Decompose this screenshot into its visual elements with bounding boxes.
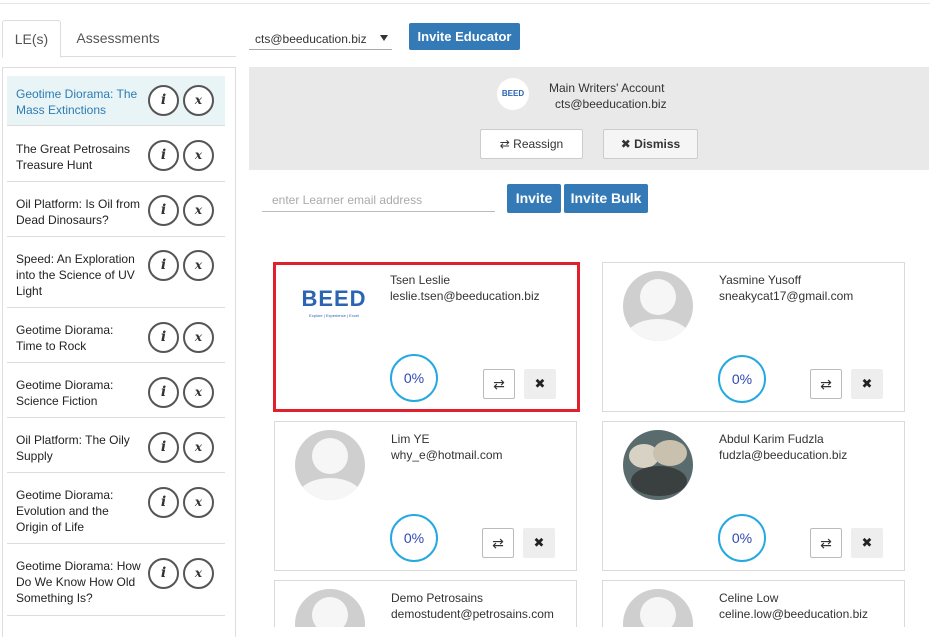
top-divider [0,3,930,4]
learner-email: demostudent@petrosains.com [391,607,554,621]
le-item[interactable]: Speed: An Exploration into the Science o… [7,237,225,308]
remove-icon[interactable]: ✖ [523,528,555,558]
le-item[interactable]: Geotime Diorama: Evolution and the Origi… [7,473,225,544]
main-account-name: Main Writers' Account [549,81,665,95]
info-icon[interactable]: i [148,377,179,408]
le-title: The Great Petrosains Treasure Hunt [16,142,131,172]
le-tabs: LE(s) Assessments [2,20,236,58]
avatar [295,589,365,627]
delete-icon[interactable]: x [183,85,214,116]
le-title: Geotime Diorama: Evolution and the Origi… [16,488,114,534]
avatar [623,271,693,341]
le-item[interactable]: Geotime Diorama: The Mass Extinctions i … [7,76,225,126]
otter-icon [653,440,687,466]
tab-assessments[interactable]: Assessments [61,20,175,57]
reassign-icon[interactable]: ⇄ [482,528,514,558]
delete-icon[interactable]: x [183,195,214,226]
tab-les[interactable]: LE(s) [2,20,61,58]
beed-logo-tagline: Explore | Experience | Excel [309,313,359,318]
delete-icon[interactable]: x [183,558,214,589]
le-item[interactable]: Geotime Diorama: How Do We Know How Old … [7,544,225,616]
info-icon[interactable]: i [148,85,179,116]
avatar [623,589,693,627]
remove-icon[interactable]: ✖ [851,369,883,399]
avatar [295,430,365,500]
delete-icon[interactable]: x [183,140,214,171]
le-item[interactable]: The Great Petrosains Treasure Hunt i x [7,126,225,182]
progress-circle: 0% [390,514,438,562]
invite-button[interactable]: Invite [507,184,561,213]
educator-select[interactable]: cts@beeducation.biz [249,30,392,50]
learner-card[interactable]: BEED Explore | Experience | Excel Tsen L… [273,262,580,412]
learner-name: Abdul Karim Fudzla [719,432,824,446]
learner-email: why_e@hotmail.com [391,448,503,462]
invite-bulk-button[interactable]: Invite Bulk [564,184,648,213]
learner-card[interactable]: Celine Low celine.low@beeducation.biz [602,580,905,627]
learner-email: celine.low@beeducation.biz [719,607,868,621]
info-icon[interactable]: i [148,140,179,171]
info-icon[interactable]: i [148,432,179,463]
learner-email-input[interactable] [262,188,495,212]
progress-circle: 0% [718,514,766,562]
le-title: Geotime Diorama: The Mass Extinctions [16,87,138,117]
learner-email: leslie.tsen@beeducation.biz [390,289,540,303]
avatar: BEED Explore | Experience | Excel [294,285,374,331]
learner-name: Demo Petrosains [391,591,484,605]
le-title: Geotime Diorama: Science Fiction [16,378,114,408]
info-icon[interactable]: i [148,195,179,226]
le-title: Geotime Diorama: How Do We Know How Old … [16,559,141,605]
learner-name: Tsen Leslie [390,273,451,287]
progress-circle: 0% [390,354,438,402]
le-title: Oil Platform: Is Oil from Dead Dinosaurs… [16,197,141,227]
remove-icon[interactable]: ✖ [851,528,883,558]
reassign-button[interactable]: ⇄ Reassign [480,129,583,159]
delete-icon[interactable]: x [183,250,214,281]
main-account-email: cts@beeducation.biz [555,97,667,111]
learner-card[interactable]: Abdul Karim Fudzla fudzla@beeducation.bi… [602,421,905,571]
info-icon[interactable]: i [148,322,179,353]
delete-icon[interactable]: x [183,322,214,353]
delete-icon[interactable]: x [183,432,214,463]
invite-educator-button[interactable]: Invite Educator [409,23,520,50]
learner-email: sneakycat17@gmail.com [719,289,854,303]
progress-circle: 0% [718,355,766,403]
learner-card[interactable]: Lim YE why_e@hotmail.com 0% ⇄ ✖ [274,421,577,571]
beed-logo-word: BEED [301,286,367,311]
caret-down-icon [380,35,388,41]
info-icon[interactable]: i [148,558,179,589]
learner-card[interactable]: Demo Petrosains demostudent@petrosains.c… [274,580,577,627]
beed-logo-icon: BEED [497,78,529,110]
learner-name: Yasmine Yusoff [719,273,802,287]
learner-email: fudzla@beeducation.biz [719,448,848,462]
dismiss-button[interactable]: ✖ Dismiss [603,129,698,159]
reassign-icon[interactable]: ⇄ [810,369,842,399]
le-title: Speed: An Exploration into the Science o… [16,252,135,298]
le-item[interactable]: Oil Platform: The Oily Supply i x [7,418,225,473]
le-item[interactable]: Geotime Diorama: Science Fiction i x [7,363,225,418]
info-icon[interactable]: i [148,487,179,518]
avatar [623,430,693,500]
le-title: Geotime Diorama: Time to Rock [16,323,114,353]
remove-icon[interactable]: ✖ [524,369,556,399]
learner-name: Celine Low [719,591,779,605]
delete-icon[interactable]: x [183,487,214,518]
reassign-icon[interactable]: ⇄ [483,369,515,399]
info-icon[interactable]: i [148,250,179,281]
delete-icon[interactable]: x [183,377,214,408]
learner-card[interactable]: Yasmine Yusoff sneakycat17@gmail.com 0% … [602,262,905,412]
le-title: Oil Platform: The Oily Supply [16,433,130,463]
otter-body-icon [631,466,687,496]
reassign-icon[interactable]: ⇄ [810,528,842,558]
le-item[interactable]: Oil Platform: Is Oil from Dead Dinosaurs… [7,182,225,237]
le-item[interactable]: Geotime Diorama: Time to Rock i x [7,308,225,363]
educator-select-value: cts@beeducation.biz [255,32,367,46]
learner-name: Lim YE [391,432,430,446]
